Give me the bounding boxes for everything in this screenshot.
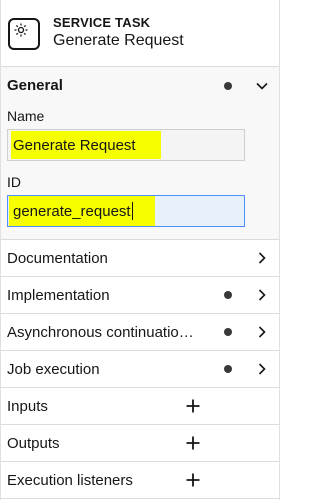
group-documentation-title: Documentation [7, 249, 108, 267]
id-field-block: ID generate_request [7, 174, 273, 227]
group-general-title: General [7, 77, 63, 94]
id-input[interactable] [7, 195, 245, 227]
general-fields: Name Generate Request ID generate_reques… [1, 108, 279, 239]
properties-panel: SERVICE TASK Generate Request General Na… [0, 0, 280, 500]
group-general: General Name Generate Request ID generat… [1, 67, 279, 240]
chevron-right-icon[interactable] [255, 251, 269, 265]
chevron-right-icon[interactable] [255, 362, 269, 376]
service-task-gear-icon [8, 18, 40, 50]
data-indicator-dot [224, 328, 232, 336]
data-indicator-dot [224, 81, 232, 90]
plus-icon[interactable] [185, 472, 201, 488]
plus-icon[interactable] [185, 435, 201, 451]
element-type-label: SERVICE TASK [53, 15, 151, 30]
id-input-wrap: generate_request [7, 195, 245, 227]
group-outputs-title: Outputs [7, 434, 60, 452]
group-inputs[interactable]: Inputs [1, 388, 279, 425]
chevron-down-icon[interactable] [255, 79, 269, 93]
chevron-right-icon[interactable] [255, 288, 269, 302]
chevron-right-icon[interactable] [255, 325, 269, 339]
name-label: Name [7, 108, 45, 124]
group-implementation[interactable]: Implementation [1, 277, 279, 314]
group-async-title: Asynchronous continuatio… [7, 323, 194, 341]
data-indicator-dot [224, 365, 232, 373]
data-indicator-dot [224, 291, 232, 299]
id-label: ID [7, 174, 21, 190]
panel-header: SERVICE TASK Generate Request [1, 0, 279, 67]
group-job-execution-title: Job execution [7, 360, 100, 378]
element-name-label: Generate Request [53, 32, 184, 49]
group-execution-listeners[interactable]: Execution listeners [1, 462, 279, 499]
group-documentation[interactable]: Documentation [1, 240, 279, 277]
group-execution-listeners-title: Execution listeners [7, 471, 133, 489]
plus-icon[interactable] [185, 398, 201, 414]
name-field-block: Name Generate Request [7, 108, 273, 161]
group-outputs[interactable]: Outputs [1, 425, 279, 462]
group-general-header[interactable]: General [1, 67, 279, 104]
header-text: SERVICE TASK Generate Request [53, 15, 184, 51]
name-input-wrap: Generate Request [7, 129, 245, 161]
group-async[interactable]: Asynchronous continuatio… [1, 314, 279, 351]
group-job-execution[interactable]: Job execution [1, 351, 279, 388]
group-inputs-title: Inputs [7, 397, 48, 415]
name-input[interactable] [7, 129, 245, 161]
group-implementation-title: Implementation [7, 286, 110, 304]
